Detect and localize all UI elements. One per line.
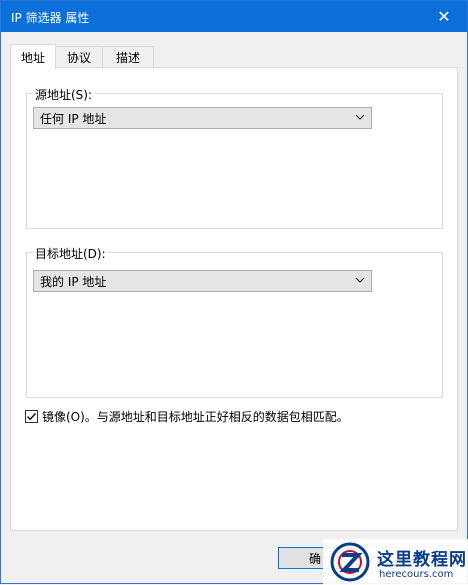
mirror-checkbox[interactable] [25,410,38,423]
close-icon: ✕ [437,7,451,26]
chevron-down-icon [355,277,365,283]
tab-page-address: 源地址(S): 任何 IP 地址 目标地址(D): 我的 IP 地址 [10,67,458,531]
source-address-select[interactable]: 任何 IP 地址 [33,107,372,129]
destination-address-group: 目标地址(D): 我的 IP 地址 [26,245,443,398]
title-bar[interactable]: IP 筛选器 属性 ✕ [1,1,467,32]
tab-description[interactable]: 描述 [102,46,154,68]
watermark-title: 这里教程网 [377,550,467,570]
tab-description-label: 描述 [115,51,140,65]
window-title: IP 筛选器 属性 [11,11,90,25]
close-button[interactable]: ✕ [421,1,467,32]
destination-address-label: 目标地址(D): [33,245,108,262]
tab-address-label: 地址 [20,50,45,65]
ok-button-label: 确 [308,551,321,566]
source-address-value: 任何 IP 地址 [40,111,107,126]
destination-address-value: 我的 IP 地址 [40,274,107,289]
tab-address[interactable]: 地址 [10,44,56,69]
mirror-label: 镜像(O)。与源地址和目标地址正好相反的数据包相匹配。 [42,410,349,424]
tab-protocol[interactable]: 协议 [54,46,104,68]
watermark-overlay: 这里教程网 herecours.com [323,539,468,585]
dialog-window: IP 筛选器 属性 ✕ 地址 协议 描述 源地址(S): 任何 IP 地址 目标… [0,0,468,585]
chevron-down-icon [355,114,365,120]
source-address-group: 源地址(S): 任何 IP 地址 [26,86,443,229]
site-logo-icon [330,542,370,582]
mirror-option[interactable]: 镜像(O)。与源地址和目标地址正好相反的数据包相匹配。 [25,408,349,425]
tab-protocol-label: 协议 [66,51,91,65]
watermark-url: herecours.com [379,569,454,580]
check-icon [27,413,37,421]
destination-address-select[interactable]: 我的 IP 地址 [33,270,372,292]
source-address-label: 源地址(S): [33,86,95,103]
